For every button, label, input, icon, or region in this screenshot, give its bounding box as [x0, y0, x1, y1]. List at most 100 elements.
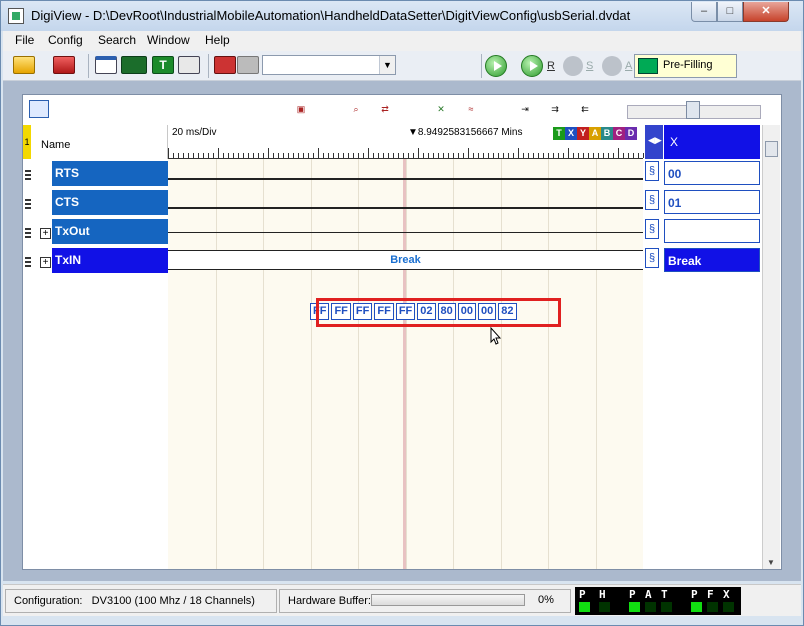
- open-folder-icon[interactable]: [13, 56, 35, 74]
- run-single-icon[interactable]: [521, 55, 543, 77]
- txin-value: Break: [664, 248, 760, 272]
- abort-icon[interactable]: [602, 56, 622, 76]
- row-drag-handle[interactable]: [25, 199, 31, 209]
- ruler-tick: [373, 153, 374, 158]
- menu-config[interactable]: Config: [48, 33, 83, 47]
- chevron-down-icon[interactable]: ▼: [379, 56, 395, 74]
- ruler-tick: [178, 153, 179, 158]
- expand-txout-button[interactable]: +: [40, 228, 51, 239]
- channel-label-txin[interactable]: TxIN: [52, 248, 168, 273]
- ruler-tick: [398, 153, 399, 158]
- ruler-tick: [248, 153, 249, 158]
- close-button[interactable]: ✕: [743, 2, 789, 22]
- cursor-badge-a[interactable]: A: [589, 127, 601, 140]
- s-icon[interactable]: §: [645, 248, 659, 268]
- ruler-tick: [218, 148, 219, 158]
- ruler-tick: [263, 153, 264, 158]
- ruler-tick: [623, 153, 624, 158]
- stop-icon[interactable]: [563, 56, 583, 76]
- ruler-tick: [328, 153, 329, 158]
- ruler-tick: [583, 153, 584, 158]
- cursor-badge-c[interactable]: C: [613, 127, 625, 140]
- status-led-icon: [661, 602, 672, 612]
- row-drag-handle[interactable]: [25, 228, 31, 238]
- run-continuous-icon[interactable]: [485, 55, 507, 77]
- s-icon[interactable]: §: [645, 219, 659, 239]
- capture-status-panel: Pre-Filling: [634, 54, 737, 78]
- device-connect-icon[interactable]: [53, 56, 75, 74]
- ruler-tick: [608, 153, 609, 158]
- ruler-tick: [428, 153, 429, 158]
- zoom-fit-icon[interactable]: ⇥: [515, 100, 535, 118]
- ruler-tick: [503, 153, 504, 158]
- window-title: DigiView - D:\DevRoot\IndustrialMobileAu…: [31, 8, 631, 23]
- signal-config-icon[interactable]: [29, 100, 49, 118]
- ruler-tick: [253, 153, 254, 158]
- ruler-tick: [533, 153, 534, 158]
- s-icon[interactable]: §: [645, 161, 659, 181]
- waveform-plot[interactable]: [168, 159, 643, 569]
- menu-window[interactable]: Window: [147, 33, 190, 47]
- cursor-badge-t[interactable]: T: [553, 127, 565, 140]
- value-header-label: X: [670, 135, 679, 149]
- ruler-tick: [498, 153, 499, 158]
- search-signal-icon[interactable]: ⌕: [346, 100, 366, 118]
- time-ruler-header[interactable]: 20 ms/Div ▼8.9492583156667 Mins TXYABCD: [168, 125, 644, 159]
- ruler-tick: [633, 153, 634, 158]
- device-record-icon[interactable]: ▣: [291, 100, 311, 118]
- ruler-tick: [238, 153, 239, 158]
- menu-search[interactable]: Search: [98, 33, 136, 47]
- ruler-tick: [483, 153, 484, 158]
- record-icon[interactable]: [214, 56, 236, 74]
- buffer-label: Hardware Buffer:: [288, 595, 371, 607]
- toolbar-separator: [481, 54, 482, 78]
- buffer-percent: 0%: [538, 594, 554, 606]
- cursor-badge-y[interactable]: Y: [577, 127, 589, 140]
- window-view-icon[interactable]: [95, 56, 117, 74]
- row-drag-handle[interactable]: [25, 170, 31, 180]
- zoom-out-icon[interactable]: ⇇: [575, 100, 595, 118]
- channel-label-cts[interactable]: CTS: [52, 190, 168, 215]
- stop-label: S: [586, 60, 594, 72]
- cursor-time-value: 8.9492583156667 Mins: [417, 127, 523, 138]
- channel-label-rts[interactable]: RTS: [52, 161, 168, 186]
- menu-help[interactable]: Help: [205, 33, 230, 47]
- status-led-icon: [691, 602, 702, 612]
- ruler-tick: [308, 153, 309, 158]
- scrollbar-thumb[interactable]: [765, 141, 778, 157]
- grid-line: [405, 159, 407, 569]
- grid-line: [358, 159, 359, 569]
- status-led-icon: [707, 602, 718, 612]
- row-drag-handle[interactable]: [25, 257, 31, 267]
- vertical-scrollbar[interactable]: ▼: [762, 125, 780, 569]
- cursor-badge-d[interactable]: D: [625, 127, 637, 140]
- zoom-slider-thumb[interactable]: [686, 101, 700, 119]
- cursor-badge-b[interactable]: B: [601, 127, 613, 140]
- grid-line: [215, 159, 217, 569]
- expand-txin-button[interactable]: +: [40, 257, 51, 268]
- cursor-badge-x[interactable]: X: [565, 127, 577, 140]
- cursor-nav-arrows[interactable]: ◀▶: [645, 125, 663, 159]
- ruler-tick: [538, 153, 539, 158]
- ruler-tick: [518, 148, 519, 158]
- status-led-icon: [638, 58, 658, 74]
- cursor-abcd-icon[interactable]: ≈: [461, 100, 481, 118]
- maximize-button[interactable]: □: [717, 2, 743, 22]
- scroll-down-icon[interactable]: ▼: [767, 558, 775, 567]
- ruler-tick: [508, 153, 509, 158]
- s-icon[interactable]: §: [645, 190, 659, 210]
- list-view-icon[interactable]: [178, 56, 200, 74]
- channel-label-txout[interactable]: TxOut: [52, 219, 168, 244]
- timing-view-icon[interactable]: [121, 56, 147, 74]
- menu-file[interactable]: File: [15, 33, 34, 47]
- zoom-in-icon[interactable]: ⇉: [545, 100, 565, 118]
- cursor-xy-icon[interactable]: ✕: [431, 100, 451, 118]
- title-bar[interactable]: DigiView - D:\DevRoot\IndustrialMobileAu…: [1, 1, 803, 31]
- ruler-tick: [368, 148, 369, 158]
- minimize-button[interactable]: –: [691, 2, 717, 22]
- capture-config-select[interactable]: ▼: [262, 55, 396, 75]
- search-io-icon[interactable]: ⇄: [375, 100, 395, 118]
- text-view-icon[interactable]: T: [152, 56, 174, 74]
- playback-icon[interactable]: [237, 56, 259, 74]
- ruler-tick: [458, 153, 459, 158]
